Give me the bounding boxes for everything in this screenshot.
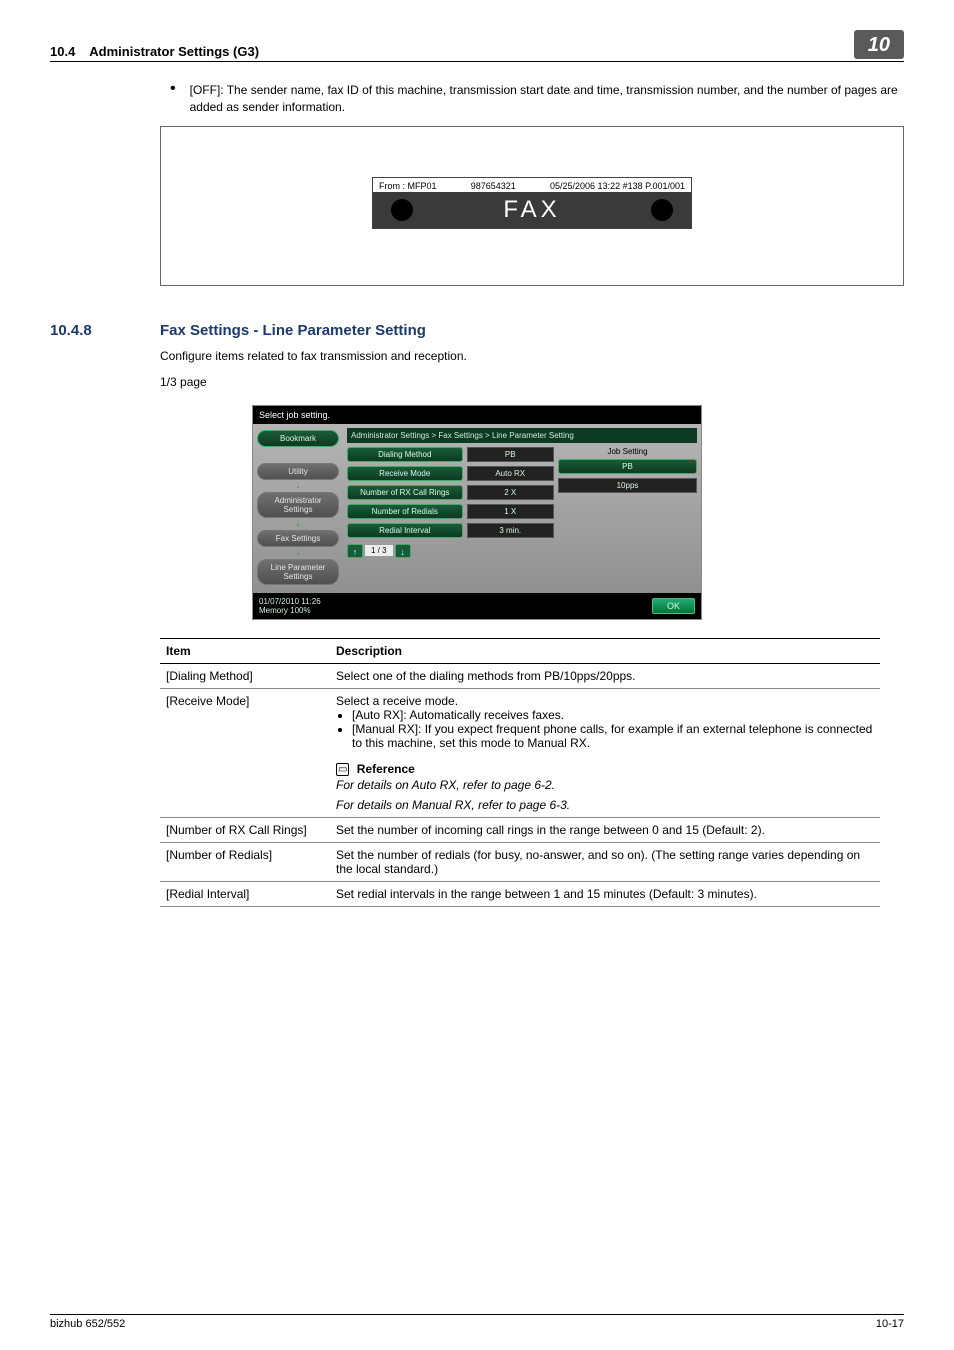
fax-preview: From : MFP01 987654321 05/25/2006 13:22 … — [372, 177, 692, 229]
table-row: [Dialing Method] Select one of the diali… — [160, 663, 880, 688]
section-intro: Configure items related to fax transmiss… — [160, 347, 904, 365]
params-table: Item Description [Dialing Method] Select… — [160, 638, 880, 907]
item-redials: [Number of Redials] — [160, 842, 330, 881]
table-row: [Receive Mode] Select a receive mode. [A… — [160, 688, 880, 817]
desc-redials: Set the number of redials (for busy, no-… — [330, 842, 880, 881]
reference-title: Reference — [357, 762, 415, 776]
breadcrumb: Administrator Settings > Fax Settings > … — [347, 428, 697, 443]
device-pager: ↑ 1 / 3 ↓ — [347, 544, 697, 558]
pager-up-button[interactable]: ↑ — [347, 544, 363, 558]
val-receive-mode: Auto RX — [467, 466, 555, 481]
device-side-col: Job Setting PB 10pps — [558, 447, 697, 542]
section-pager: 1/3 page — [160, 373, 904, 391]
row-receive-mode[interactable]: Receive Mode — [347, 466, 463, 481]
device-footer: 01/07/2010 11:26 Memory 100% OK — [253, 593, 701, 619]
device-labels-col: Dialing Method Receive Mode Number of RX… — [347, 447, 463, 542]
device-footer-left: 01/07/2010 11:26 Memory 100% — [259, 597, 321, 615]
bullet-icon: • — [170, 82, 176, 116]
nav-utility[interactable]: Utility — [257, 463, 339, 480]
device-main: Administrator Settings > Fax Settings > … — [343, 424, 701, 593]
header-left: 10.4 Administrator Settings (G3) — [50, 44, 259, 59]
section-number: 10.4.8 — [50, 322, 160, 339]
device-screenshot: Select job setting. Bookmark Utility ↓ A… — [252, 405, 702, 620]
nav-fax-settings[interactable]: Fax Settings — [257, 530, 339, 547]
bookmark-button[interactable]: Bookmark — [257, 430, 339, 447]
fax-from: From : MFP01 — [379, 181, 437, 191]
reference-line-2: For details on Manual RX, refer to page … — [336, 798, 874, 812]
item-rxrings: [Number of RX Call Rings] — [160, 817, 330, 842]
val-redial-interval: 3 min. — [467, 523, 555, 538]
th-item: Item — [160, 638, 330, 663]
fax-preview-header: From : MFP01 987654321 05/25/2006 13:22 … — [373, 178, 691, 192]
fax-circle-right-icon — [651, 199, 673, 221]
row-number-redials[interactable]: Number of Redials — [347, 504, 463, 519]
device-body: Bookmark Utility ↓ Administrator Setting… — [253, 424, 701, 593]
desc-interval: Set redial intervals in the range betwee… — [330, 881, 880, 906]
ok-button[interactable]: OK — [652, 598, 695, 614]
chapter-tab: 10 — [854, 30, 904, 59]
header-section-ref: 10.4 — [50, 44, 75, 59]
val-number-redials: 1 X — [467, 504, 555, 519]
nav-admin-settings[interactable]: Administrator Settings — [257, 492, 339, 518]
device-rows: Dialing Method Receive Mode Number of RX… — [347, 447, 697, 542]
row-dialing-method[interactable]: Dialing Method — [347, 447, 463, 462]
receive-bullet-manual: [Manual RX]: If you expect frequent phon… — [352, 722, 874, 750]
pager-down-button[interactable]: ↓ — [395, 544, 411, 558]
table-row: [Number of Redials] Set the number of re… — [160, 842, 880, 881]
val-dialing-method: PB — [467, 447, 555, 462]
device-values-col: PB Auto RX 2 X 1 X 3 min. — [467, 447, 555, 542]
nav-arrow-icon: ↓ — [257, 518, 339, 529]
section-heading-row: 10.4.8 Fax Settings - Line Parameter Set… — [50, 322, 904, 339]
pager-number: 1 / 3 — [365, 545, 393, 556]
reference-line-1: For details on Auto RX, refer to page 6-… — [336, 778, 874, 792]
fax-circle-left-icon — [391, 199, 413, 221]
fax-bar: FAX — [373, 192, 691, 228]
fax-preview-figure: From : MFP01 987654321 05/25/2006 13:22 … — [160, 126, 904, 286]
reference-block: ▭ Reference For details on Auto RX, refe… — [336, 762, 874, 812]
fax-label: FAX — [503, 196, 560, 224]
device-footer-memory: Memory 100% — [259, 606, 321, 615]
th-desc: Description — [330, 638, 880, 663]
nav-line-param[interactable]: Line Parameter Settings — [257, 559, 339, 585]
fax-stamp: 05/25/2006 13:22 #138 P.001/001 — [550, 181, 685, 191]
reference-title-row: ▭ Reference — [336, 762, 874, 776]
top-bullet-row: • [OFF]: The sender name, fax ID of this… — [170, 82, 904, 116]
item-receive: [Receive Mode] — [160, 688, 330, 817]
device-footer-datetime: 01/07/2010 11:26 — [259, 597, 321, 606]
receive-bullet-auto: [Auto RX]: Automatically receives faxes. — [352, 708, 874, 722]
device-prompt: Select job setting. — [253, 406, 701, 424]
section-title: Fax Settings - Line Parameter Setting — [160, 322, 426, 339]
item-interval: [Redial Interval] — [160, 881, 330, 906]
table-row: [Number of RX Call Rings] Set the number… — [160, 817, 880, 842]
desc-receive: Select a receive mode. [Auto RX]: Automa… — [330, 688, 880, 817]
fax-id: 987654321 — [471, 181, 516, 191]
book-icon: ▭ — [336, 763, 349, 776]
page-footer: bizhub 652/552 10-17 — [50, 1314, 904, 1330]
desc-receive-lead: Select a receive mode. — [336, 694, 458, 708]
desc-rxrings: Set the number of incoming call rings in… — [330, 817, 880, 842]
side-10pps[interactable]: 10pps — [558, 478, 697, 493]
page-header: 10.4 Administrator Settings (G3) 10 — [50, 30, 904, 62]
footer-left: bizhub 652/552 — [50, 1318, 125, 1330]
desc-dialing: Select one of the dialing methods from P… — [330, 663, 880, 688]
side-pb[interactable]: PB — [558, 459, 697, 474]
receive-bullets: [Auto RX]: Automatically receives faxes.… — [336, 708, 874, 750]
header-right: 10 — [854, 30, 904, 59]
val-rx-call-rings: 2 X — [467, 485, 555, 500]
top-bullet-text: [OFF]: The sender name, fax ID of this m… — [190, 82, 904, 116]
header-section-title: Administrator Settings (G3) — [89, 44, 259, 59]
row-rx-call-rings[interactable]: Number of RX Call Rings — [347, 485, 463, 500]
nav-arrow-icon: ↓ — [257, 547, 339, 558]
device-left-nav: Bookmark Utility ↓ Administrator Setting… — [253, 424, 343, 593]
row-redial-interval[interactable]: Redial Interval — [347, 523, 463, 538]
table-row: [Redial Interval] Set redial intervals i… — [160, 881, 880, 906]
footer-right: 10-17 — [876, 1318, 904, 1330]
item-dialing: [Dialing Method] — [160, 663, 330, 688]
job-setting-title: Job Setting — [558, 447, 697, 456]
nav-arrow-icon: ↓ — [257, 480, 339, 491]
